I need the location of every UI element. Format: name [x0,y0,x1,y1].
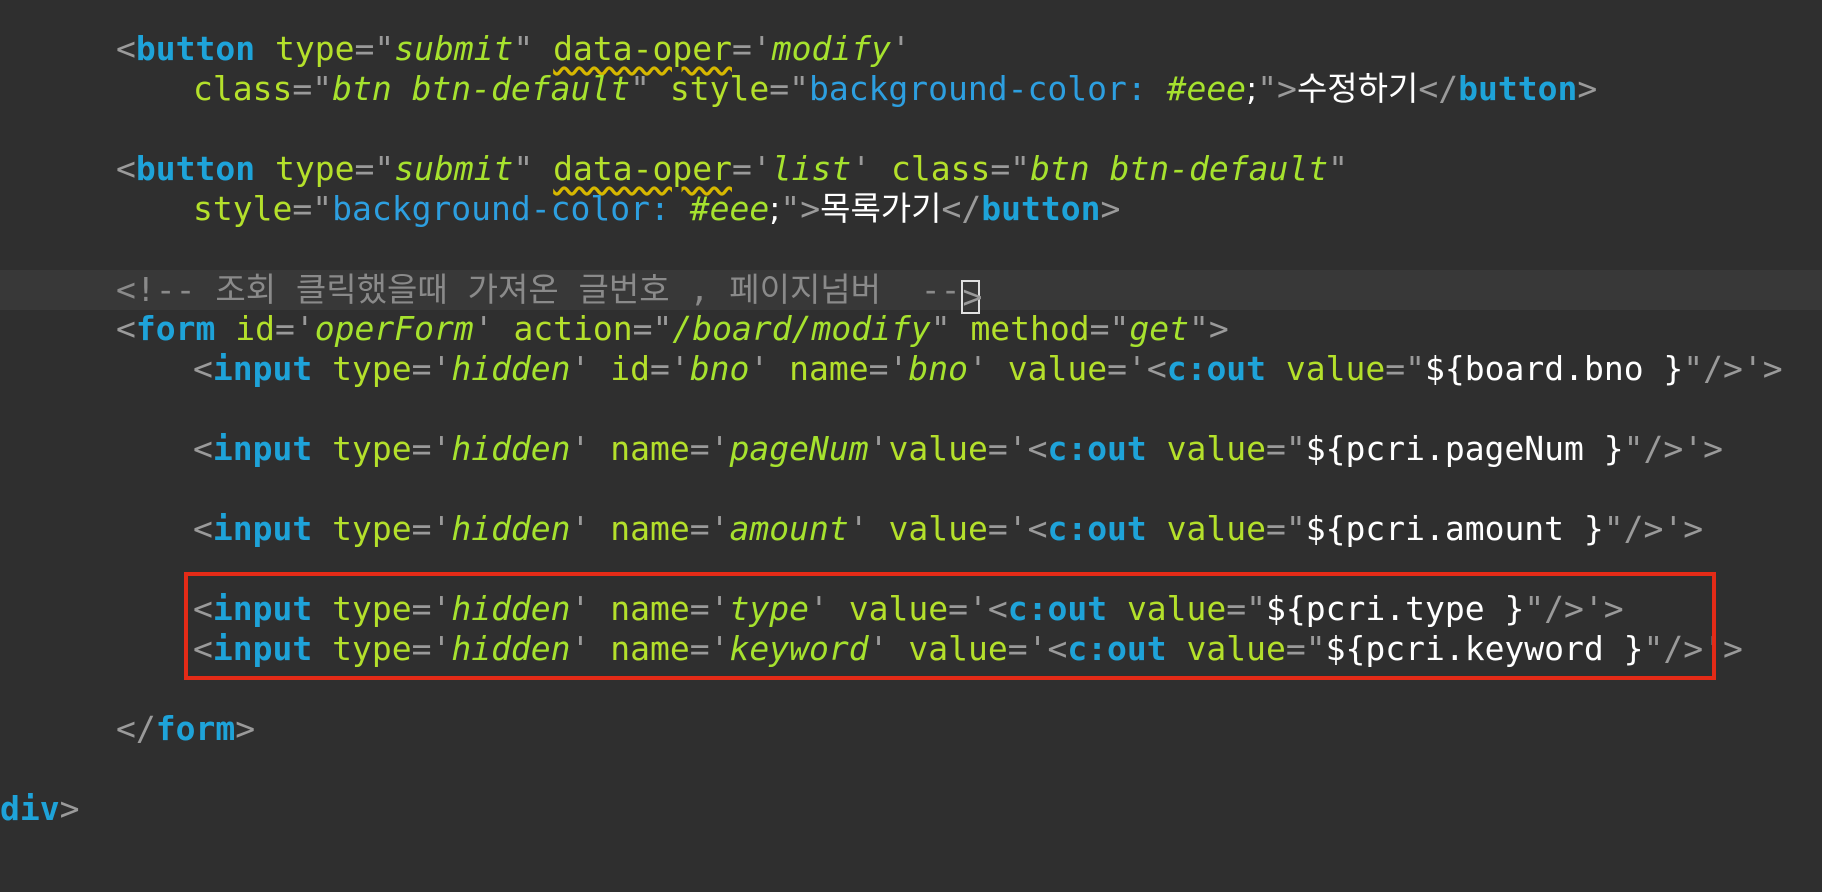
attr-value: value [1166,429,1266,468]
value-list: list [771,149,852,188]
value-name: bno [908,349,968,388]
code-line-20[interactable]: div> [0,789,79,829]
el-expression: ${board.bno } [1425,349,1684,388]
attr-type: type [274,149,355,188]
attr-name: name [610,509,690,548]
attr-data-oper: data-oper [553,29,732,68]
tag-form-close: form [155,709,236,748]
code-line-4[interactable]: <button type="submit" data-oper='list' c… [0,149,1348,189]
attr-type: type [274,29,355,68]
attr-value: value [1285,349,1386,388]
attr-name: name [610,429,690,468]
tag-input: input [212,349,313,388]
tag-div: div [0,789,60,828]
code-line-8[interactable]: <form id='operForm' action="/board/modif… [0,309,1229,349]
attr-value: value [1007,349,1108,388]
style-semicolon: ; [769,189,781,228]
attr-action: action [513,309,633,348]
attr-class: class [193,69,293,108]
attr-type: type [332,429,412,468]
tag-form: form [135,309,216,348]
tag-cout: c:out [1047,509,1147,548]
style-prop: background-color: [332,189,690,228]
style-prop: background-color: [808,69,1167,108]
attr-name: name [789,349,869,388]
code-line-2[interactable]: class="btn btn-default" style="backgroun… [0,69,1597,109]
attr-value: value [888,509,988,548]
value-name: pageNum [729,429,869,468]
value-modify: modify [771,29,891,68]
attr-class: class [890,149,991,188]
style-hex: #eee [689,189,770,228]
attr-method: method [970,309,1090,348]
value-submit: submit [394,29,514,68]
tag-input: input [212,509,313,548]
value-action: /board/modify [672,309,931,348]
tag-button-close: button [1458,69,1578,108]
code-line-7[interactable]: <!-- 조회 클릭했을때 가져온 글번호 , 페이지넘버 --> [0,270,982,314]
value-operform: operForm [314,309,474,348]
code-line-9[interactable]: <input type='hidden' id='bno' name='bno'… [0,349,1783,389]
el-expression: ${pcri.amount } [1305,509,1604,548]
attr-id: id [235,309,275,348]
value-method: get [1129,309,1190,348]
value-hidden: hidden [451,349,571,388]
value-class: btn btn-default [1030,149,1329,188]
attr-style: style [193,189,293,228]
code-line-13[interactable]: <input type='hidden' name='amount' value… [0,509,1703,549]
red-highlight-box [184,572,1716,680]
attr-style: style [669,69,770,108]
tag-cout: c:out [1166,349,1267,388]
value-name: amount [729,509,849,548]
value-class: btn btn-default [332,69,631,108]
code-line-11[interactable]: <input type='hidden' name='pageNum'value… [0,429,1723,469]
value-hidden: hidden [451,509,571,548]
comment-open: <!-- [116,270,216,309]
attr-data-oper: data-oper [553,149,732,188]
attr-type: type [332,509,412,548]
attr-id: id [610,349,651,388]
modify-button-label: 수정하기 [1296,69,1419,108]
comment-text: 조회 클릭했을때 가져온 글번호 , 페이지넘버 -- [215,270,961,309]
code-line-1[interactable]: <button type="submit" data-oper='modify' [0,29,911,69]
tag-input: input [212,429,313,468]
code-line-18[interactable]: </form> [0,709,255,749]
el-expression: ${pcri.pageNum } [1305,429,1624,468]
attr-type: type [332,349,412,388]
value-id: bno [689,349,750,388]
attr-value: value [1166,509,1267,548]
value-submit: submit [394,149,514,188]
tag-button: button [135,149,256,188]
tag-cout: c:out [1047,429,1147,468]
style-hex: #eee [1166,69,1247,108]
attr-value: value [888,429,988,468]
tag-button-close: button [981,189,1101,228]
code-line-5[interactable]: style="background-color: #eee;">목록가기</bu… [0,189,1120,229]
style-semicolon: ; [1246,69,1258,108]
tag-button: button [135,29,256,68]
list-button-label: 목록가기 [820,189,942,228]
value-hidden: hidden [451,429,571,468]
